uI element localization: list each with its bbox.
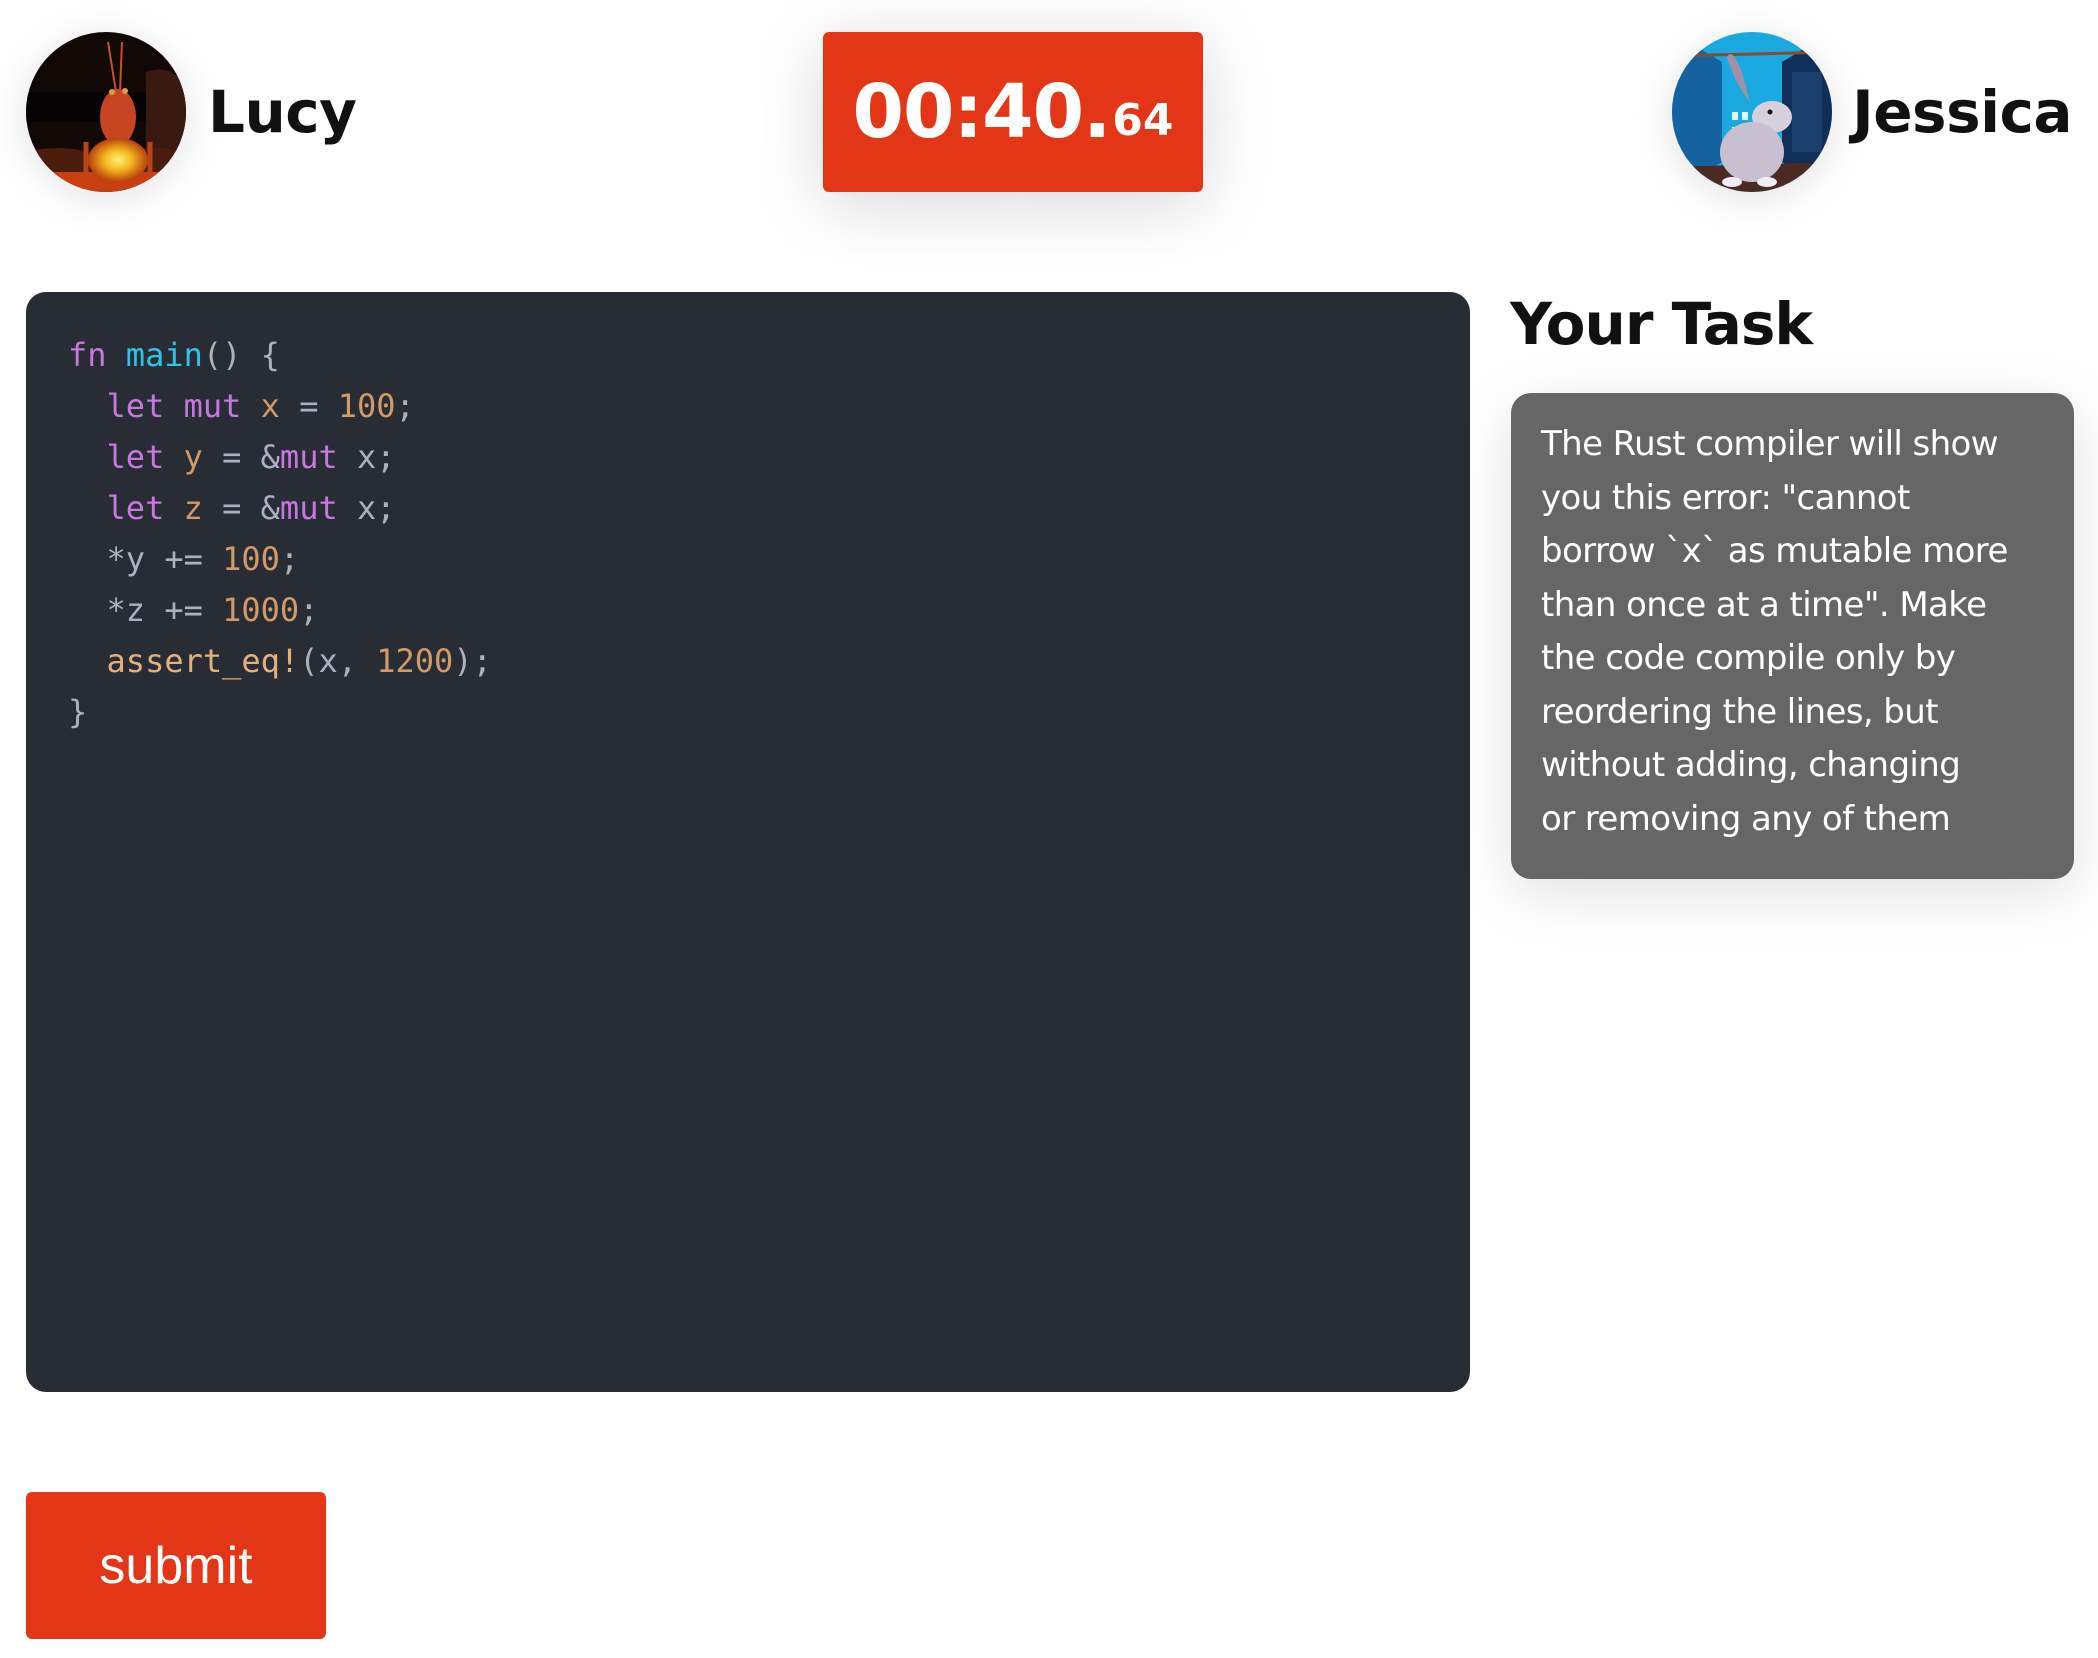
code-line[interactable]: assert_eq!(x, 1200); [68, 636, 492, 687]
code-token-plain: ; [299, 591, 319, 629]
code-token-plain: ); [453, 642, 492, 680]
timer-fraction: 64 [1112, 94, 1174, 146]
code-line[interactable]: *z += 1000; [68, 585, 492, 636]
task-line: the code compile only by [1541, 638, 1956, 678]
task-line: borrow `x` as mutable more [1541, 531, 2008, 571]
code-token-kw: let [106, 438, 165, 476]
code-token-kw: mut [183, 387, 242, 425]
code-token-plain: = & [202, 438, 280, 476]
code-token-fn: main [125, 336, 203, 374]
code-token-kw: fn [68, 336, 107, 374]
code-line[interactable]: } [68, 687, 492, 738]
player-name-lucy: Lucy [208, 78, 357, 146]
crayfish-avatar-icon [26, 32, 186, 192]
code-token-var: z [183, 489, 203, 527]
code-token-num: 100 [337, 387, 396, 425]
code-token-var: y [183, 438, 203, 476]
code-token-plain: ; [279, 540, 300, 578]
code-token-plain: () { [202, 336, 280, 374]
task-description: The Rust compiler will show you this erro… [1541, 418, 2050, 846]
player-jessica: Jessica [1672, 32, 2072, 192]
code-token-plain: } [68, 693, 88, 731]
code-token-kw: mut [279, 438, 338, 476]
task-line: you this error: "cannot [1541, 477, 1910, 518]
code-token-kw: let [106, 489, 165, 527]
avatar-jessica [1672, 32, 1833, 192]
player-lucy: Lucy [26, 32, 357, 192]
task-line: without adding, changing [1541, 745, 1961, 785]
code-token-num: 1000 [222, 591, 300, 629]
task-line: reordering the lines, but [1541, 691, 1939, 732]
rabbit-avatar-icon [1672, 32, 1833, 192]
submit-button[interactable]: submit [26, 1492, 326, 1639]
countdown-timer: 00:40. 64 [823, 32, 1203, 192]
code-line[interactable]: let mut x = 100; [68, 381, 492, 432]
code-token-macro: assert_eq! [106, 642, 300, 680]
code-token-var: x [260, 387, 280, 425]
code-token-plain: = & [202, 489, 280, 527]
code-token-plain: *z += [68, 591, 223, 629]
code-token-plain: x; [337, 489, 396, 527]
timer-main: 00:40. [852, 69, 1112, 155]
code-token-num: 1200 [376, 642, 454, 680]
code-line[interactable]: let y = &mut x; [68, 432, 492, 483]
code-token-kw: mut [279, 489, 338, 527]
code-token-num: 100 [222, 540, 280, 578]
code-token-kw: let [106, 387, 165, 425]
task-line: than once at a time". Make [1541, 584, 1987, 625]
code-editor[interactable]: fn main() { let mut x = 100; let y = &mu… [26, 292, 1470, 1392]
task-description-box: The Rust compiler will show you this erro… [1511, 393, 2074, 879]
code-line[interactable]: let z = &mut x; [68, 483, 492, 534]
code-content[interactable]: fn main() { let mut x = 100; let y = &mu… [68, 330, 492, 738]
code-token-plain: ; [395, 387, 415, 425]
code-token-plain: *y += [68, 540, 223, 578]
player-name-jessica: Jessica [1852, 78, 2072, 146]
code-token-plain: (x, [299, 642, 377, 680]
code-token-plain: x; [337, 438, 396, 476]
task-line: The Rust compiler will show [1541, 424, 1999, 464]
task-title: Your Task [1510, 290, 1813, 358]
task-line: or removing any of them [1541, 798, 1951, 839]
code-line[interactable]: fn main() { [68, 330, 492, 381]
code-token-plain: = [279, 387, 338, 425]
code-line[interactable]: *y += 100; [68, 534, 492, 585]
avatar-lucy [26, 32, 186, 192]
